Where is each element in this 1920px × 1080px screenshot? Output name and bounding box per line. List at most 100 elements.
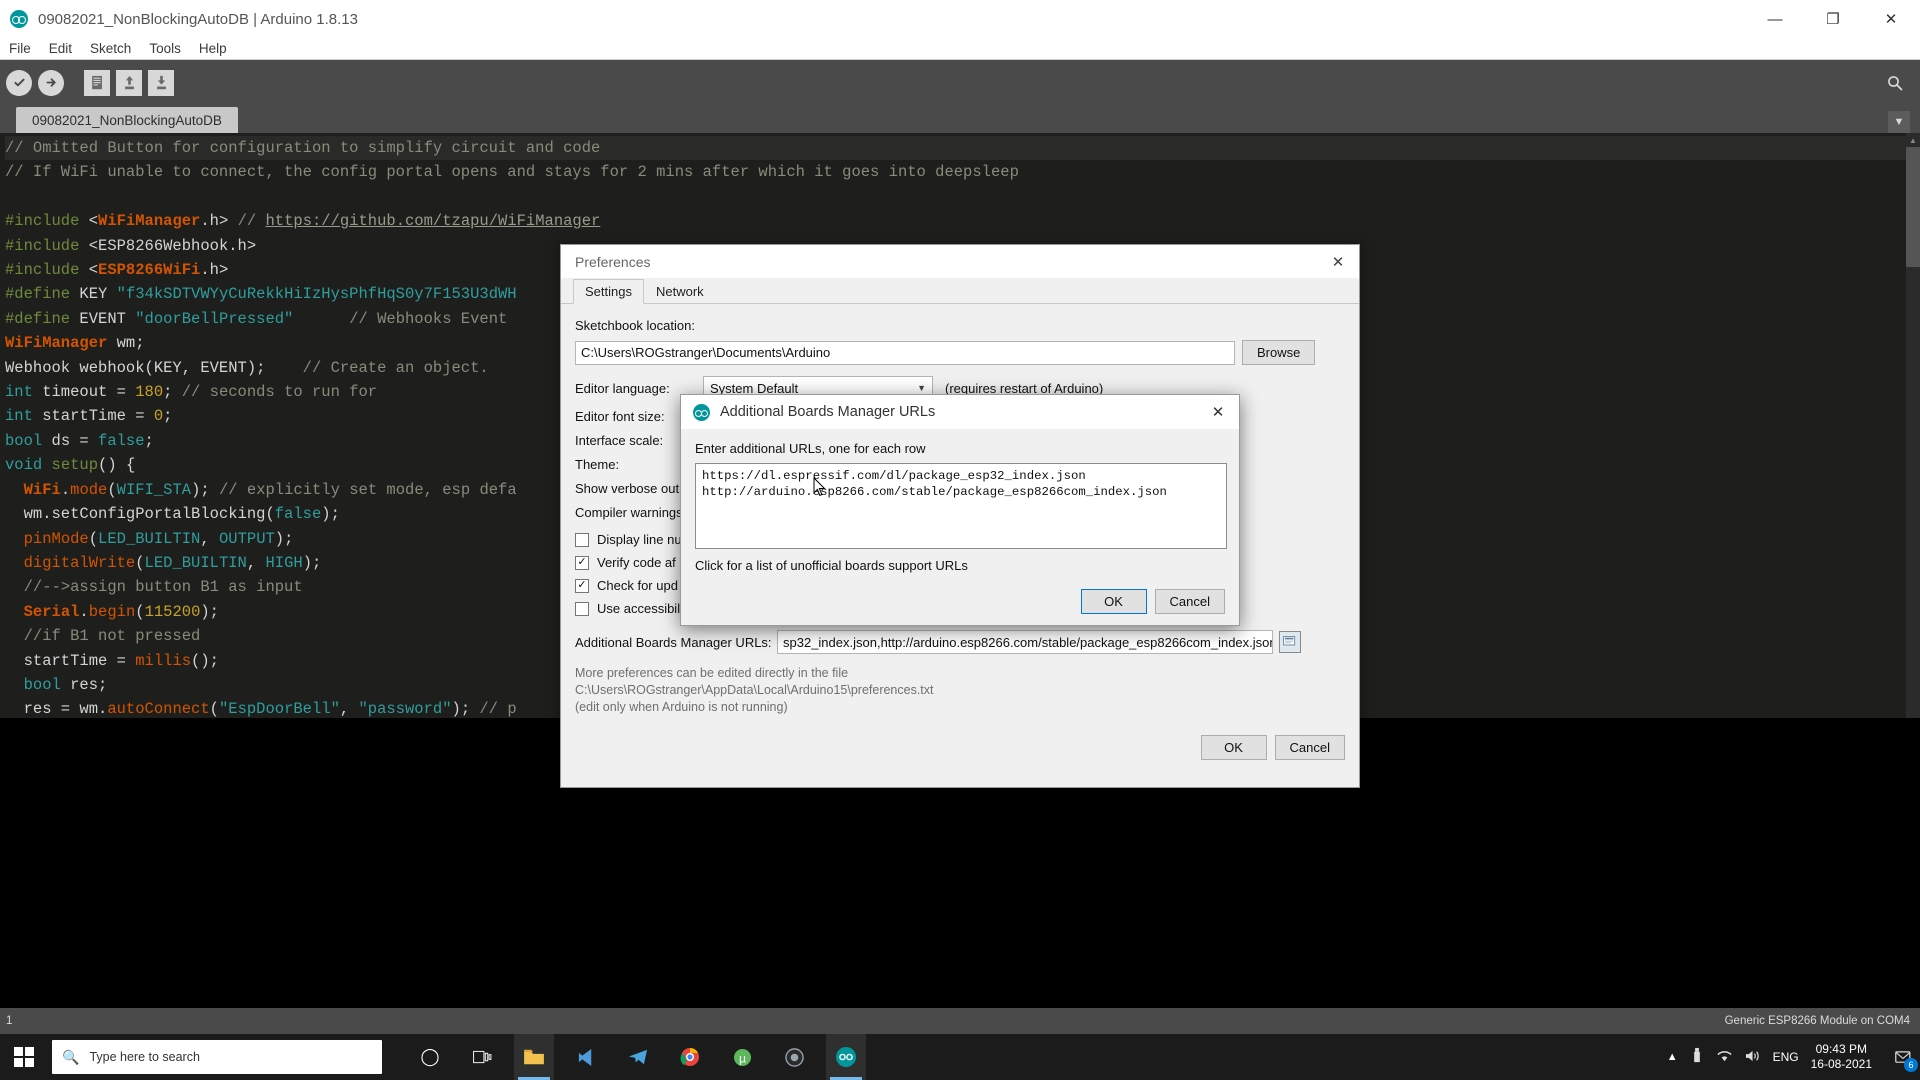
notifications-icon[interactable]: 6 — [1892, 1046, 1914, 1068]
code-token: <ESP8266Webhook.h> — [89, 237, 256, 255]
abm-url-row: https://dl.espressif.com/dl/package_esp3… — [702, 468, 1220, 484]
editor-scrollbar-thumb[interactable] — [1906, 147, 1920, 267]
code-token: // p — [479, 700, 516, 718]
code-token: https://github.com/tzapu/WiFiManager — [265, 212, 600, 230]
menu-file[interactable]: File — [0, 39, 40, 58]
code-token: ; — [145, 432, 154, 450]
sketchbook-location-label: Sketchbook location: — [575, 318, 1345, 333]
statusbar: 1 Generic ESP8266 Module on COM4 — [0, 1008, 1920, 1034]
search-icon: 🔍 — [62, 1049, 79, 1066]
usb-device-icon[interactable] — [1690, 1047, 1704, 1067]
taskbar-apps: ◯ µ — [410, 1034, 866, 1080]
code-token: bool — [5, 432, 42, 450]
code-token: ); — [303, 554, 322, 572]
code-token: Serial — [24, 603, 80, 621]
sketchbook-location-input[interactable]: C:\Users\ROGstranger\Documents\Arduino — [575, 341, 1235, 365]
menu-edit[interactable]: Edit — [40, 39, 81, 58]
code-token — [5, 530, 24, 548]
menu-sketch[interactable]: Sketch — [81, 39, 140, 58]
browse-button[interactable]: Browse — [1242, 340, 1315, 365]
code-token: setup — [52, 456, 99, 474]
checkbox-label: Verify code af — [597, 555, 676, 570]
menubar: File Edit Sketch Tools Help — [0, 38, 1920, 60]
new-sketch-button[interactable] — [84, 70, 110, 96]
taskbar-search-input[interactable]: 🔍 Type here to search — [52, 1040, 382, 1074]
chrome-icon[interactable] — [670, 1034, 710, 1080]
minimize-button[interactable]: — — [1746, 0, 1804, 38]
menu-help[interactable]: Help — [190, 39, 236, 58]
wifi-icon[interactable] — [1716, 1049, 1733, 1066]
code-token: ESP8266WiFi — [98, 261, 200, 279]
checkbox-box — [575, 602, 589, 616]
open-sketch-button[interactable] — [116, 70, 142, 96]
code-token: ); — [275, 530, 294, 548]
preferences-tabs: Settings Network — [561, 278, 1359, 304]
code-token: LED_BUILTIN — [98, 530, 200, 548]
show-hidden-icons-icon[interactable]: ▲ — [1667, 1051, 1678, 1063]
task-view-icon[interactable] — [462, 1034, 502, 1080]
code-token — [265, 359, 302, 377]
more-preferences-line3: (edit only when Arduino is not running) — [575, 700, 1345, 714]
code-token: ; — [163, 407, 172, 425]
code-token: .h> — [200, 212, 237, 230]
windows-start-icon[interactable] — [0, 1034, 48, 1080]
vs-code-icon[interactable] — [566, 1034, 606, 1080]
browser-icon[interactable] — [774, 1034, 814, 1080]
code-token: WiFiManager — [5, 334, 107, 352]
code-token: begin — [89, 603, 136, 621]
volume-icon[interactable] — [1745, 1049, 1761, 1066]
cortana-icon[interactable]: ◯ — [410, 1034, 450, 1080]
maximize-button[interactable]: ❐ — [1804, 0, 1862, 38]
code-token: mode — [70, 481, 107, 499]
code-token: ds = — [42, 432, 98, 450]
code-token: ( — [89, 530, 98, 548]
save-sketch-button[interactable] — [148, 70, 174, 96]
telegram-icon[interactable] — [618, 1034, 658, 1080]
checkbox-box: ✓ — [575, 556, 589, 570]
abm-unofficial-urls-link[interactable]: Click for a list of unofficial boards su… — [695, 558, 1225, 573]
preferences-ok-button[interactable]: OK — [1201, 735, 1267, 760]
code-token: autoConnect — [107, 700, 209, 718]
sketch-tabstrip: 09082021_NonBlockingAutoDB ▼ — [0, 105, 1920, 133]
code-token — [5, 603, 24, 621]
code-token: OUTPUT — [219, 530, 275, 548]
code-token — [5, 578, 24, 596]
close-icon[interactable]: ✕ — [1323, 247, 1353, 277]
chevron-down-icon[interactable]: ▼ — [1888, 111, 1910, 133]
serial-monitor-button[interactable] — [1882, 70, 1908, 96]
code-token: startTime = — [5, 652, 135, 670]
code-token — [5, 481, 24, 499]
boards-manager-popup-icon[interactable] — [1279, 631, 1301, 653]
window-titlebar: 09082021_NonBlockingAutoDB | Arduino 1.8… — [0, 0, 1920, 38]
abm-urls-textarea[interactable]: https://dl.espressif.com/dl/package_esp3… — [695, 463, 1227, 549]
window-controls: — ❐ ✕ — [1746, 0, 1920, 38]
editor-toolbar — [0, 60, 1920, 105]
code-token: ); — [200, 603, 219, 621]
code-token: ( — [135, 603, 144, 621]
close-icon[interactable]: ✕ — [1203, 397, 1233, 427]
utorrent-icon[interactable]: µ — [722, 1034, 762, 1080]
abm-url-row: http://arduino.esp8266.com/stable/packag… — [702, 484, 1220, 500]
close-button[interactable]: ✕ — [1862, 0, 1920, 38]
abm-ok-button[interactable]: OK — [1081, 589, 1147, 614]
additional-boards-manager-urls-dialog: Additional Boards Manager URLs ✕ Enter a… — [680, 394, 1240, 626]
scroll-up-arrow-icon[interactable]: ▲ — [1906, 133, 1920, 147]
clock[interactable]: 09:43 PM 16-08-2021 — [1811, 1042, 1872, 1072]
arduino-icon[interactable] — [826, 1034, 866, 1080]
abm-cancel-button[interactable]: Cancel — [1155, 589, 1225, 614]
upload-button[interactable] — [38, 70, 64, 96]
preferences-cancel-button[interactable]: Cancel — [1275, 735, 1345, 760]
preferences-title: Preferences — [575, 254, 650, 270]
file-explorer-icon[interactable] — [514, 1034, 554, 1080]
code-token: "password" — [359, 700, 452, 718]
tab-settings[interactable]: Settings — [573, 279, 644, 304]
abm-urls-input[interactable]: sp32_index.json,http://arduino.esp8266.c… — [777, 630, 1273, 654]
code-token: timeout = — [33, 383, 135, 401]
code-token: #define — [5, 285, 79, 303]
tab-network[interactable]: Network — [644, 279, 716, 304]
system-tray: ▲ ENG 09:43 PM 16-08-2021 6 — [1667, 1042, 1914, 1072]
language-indicator[interactable]: ENG — [1773, 1050, 1799, 1064]
verify-button[interactable] — [6, 70, 32, 96]
menu-tools[interactable]: Tools — [140, 39, 190, 58]
sketch-tab[interactable]: 09082021_NonBlockingAutoDB — [16, 107, 238, 133]
